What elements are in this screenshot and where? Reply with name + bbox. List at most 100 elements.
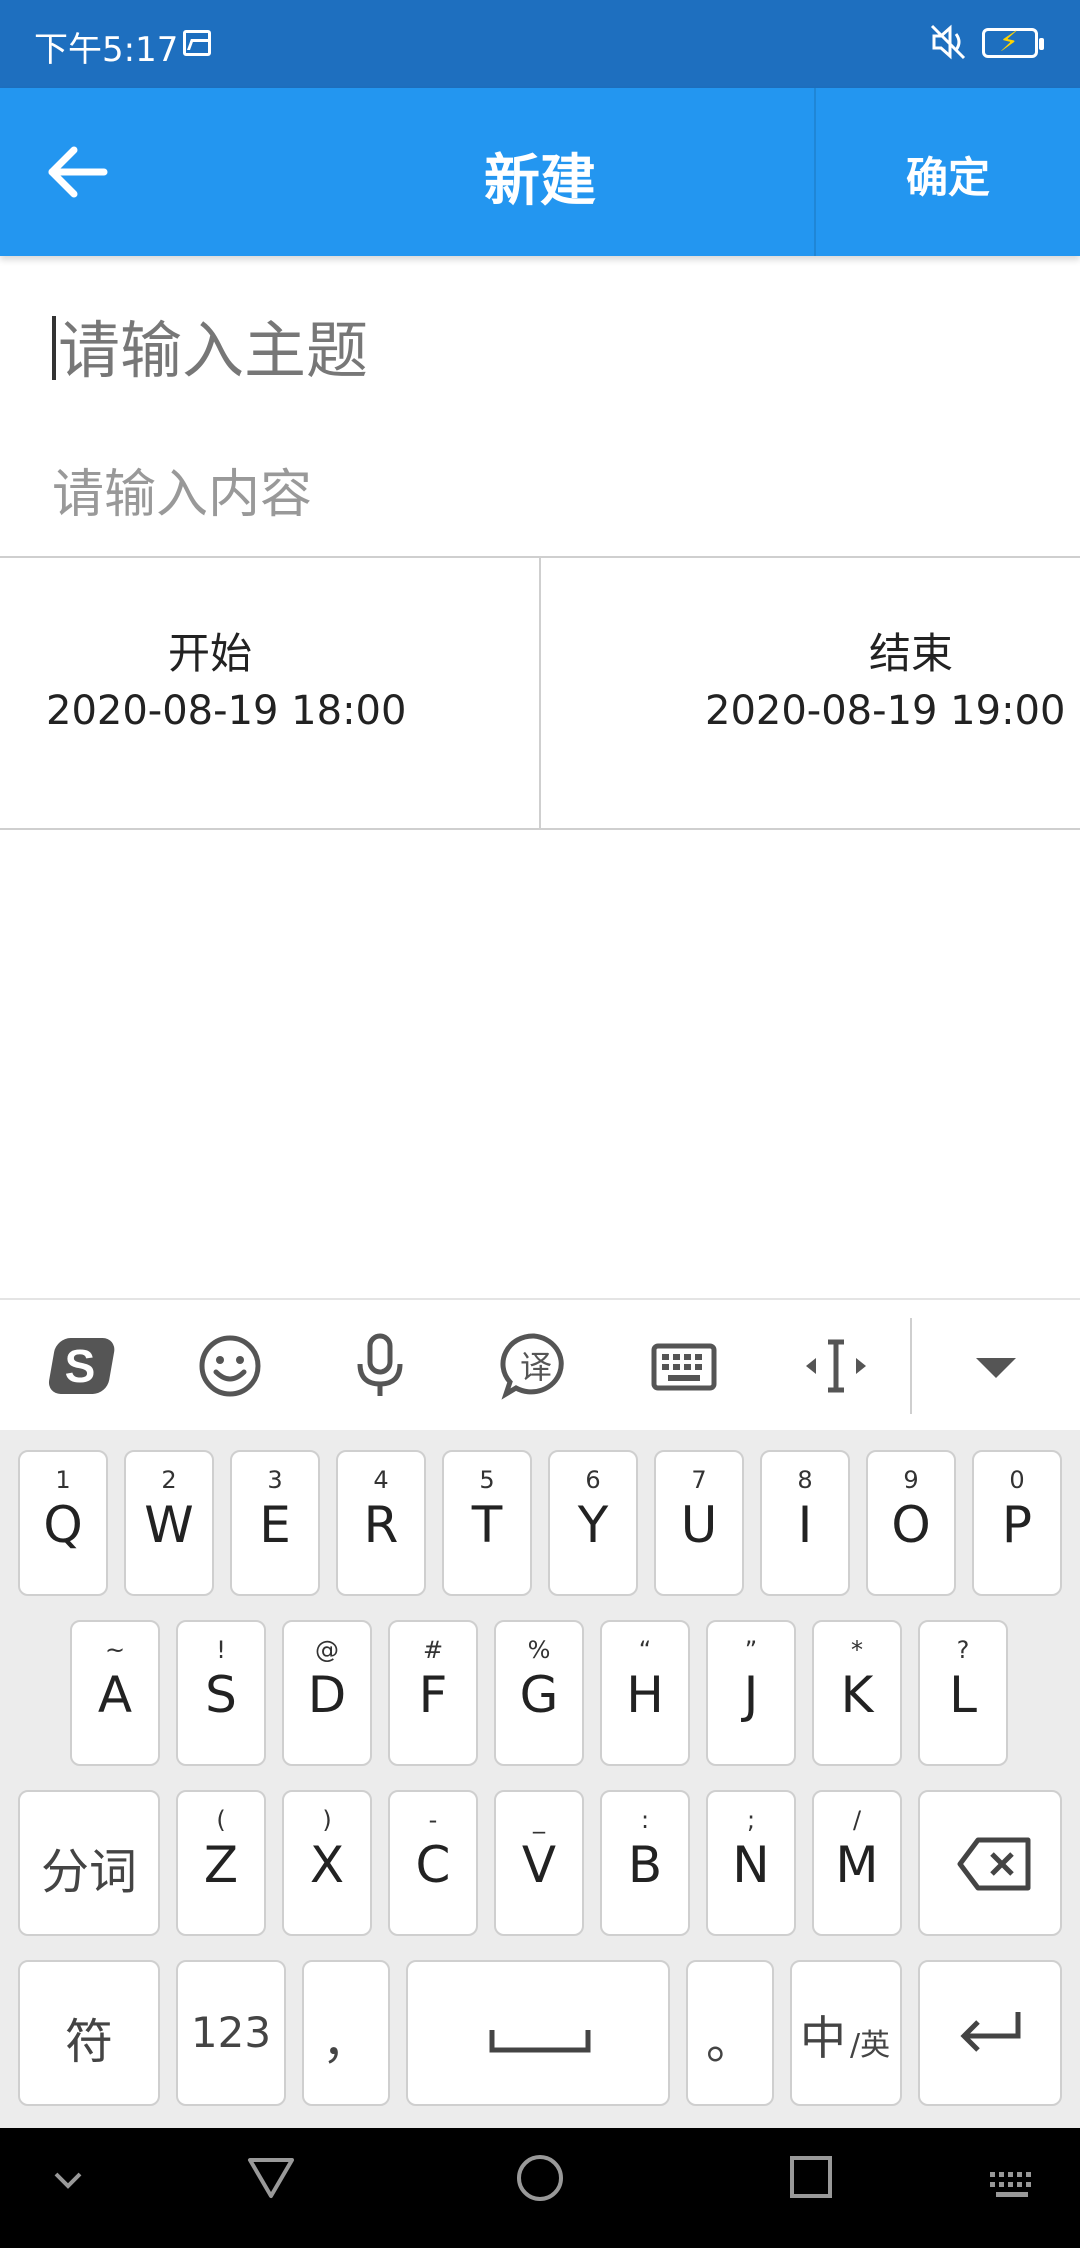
subject-input[interactable]: 请输入主题 [52, 300, 368, 390]
text-caret [52, 316, 56, 380]
key-v[interactable]: _ V [494, 1790, 584, 1936]
key-label: ， [321, 2014, 370, 2070]
key-o[interactable]: 9O [866, 1450, 956, 1596]
key-secondary-label: - [428, 1806, 438, 1834]
content-input[interactable]: 请输入内容 [52, 452, 312, 527]
key-y[interactable]: 6Y [548, 1450, 638, 1596]
enter-icon [956, 2008, 1026, 2062]
key-label: E [259, 1496, 291, 1554]
key-secondary-label: / [852, 1806, 862, 1834]
app-bar: 新建 确定 [0, 88, 1080, 256]
divider [910, 1318, 912, 1414]
back-triangle-icon[interactable] [246, 2152, 296, 2214]
keyboard-icon[interactable] [648, 1330, 720, 1402]
key-u[interactable]: 7U [654, 1450, 744, 1596]
key-w[interactable]: 2W [124, 1450, 214, 1596]
backspace-key[interactable] [918, 1790, 1062, 1936]
key-q[interactable]: 1Q [18, 1450, 108, 1596]
key-secondary-label: 2 [161, 1466, 177, 1494]
key-m[interactable]: / M [812, 1790, 902, 1936]
key-s[interactable]: ! S [176, 1620, 266, 1766]
keyboard-grid-icon[interactable] [988, 2160, 1036, 2216]
key-label: J [743, 1666, 759, 1724]
space-icon [488, 2026, 592, 2060]
key-secondary-label: “ [638, 1636, 652, 1664]
key-secondary-label: ? [956, 1636, 970, 1664]
key-r[interactable]: 4R [336, 1450, 426, 1596]
key-secondary-label: ” [744, 1636, 758, 1664]
chevron-down-icon[interactable] [48, 2156, 88, 2212]
key-label: N [732, 1836, 770, 1894]
emoji-icon[interactable] [194, 1330, 266, 1402]
key-f[interactable]: # F [388, 1620, 478, 1766]
mute-icon [928, 22, 968, 71]
nav-bar [0, 2128, 1080, 2248]
start-label: 开始 [167, 629, 252, 678]
key-label: Z [203, 1836, 239, 1894]
collapse-icon[interactable] [960, 1330, 1032, 1402]
symbol-key[interactable]: 符 [18, 1960, 160, 2106]
key-l[interactable]: ? L [918, 1620, 1008, 1766]
cursor-icon[interactable] [800, 1330, 872, 1402]
key-x[interactable]: ) X [282, 1790, 372, 1936]
key-label: 。 [705, 2014, 754, 2070]
key-secondary-label: # [422, 1636, 444, 1664]
svg-text:S: S [65, 1340, 96, 1392]
end-datetime: 2020-08-19 19:00 [705, 688, 1066, 734]
key-e[interactable]: 3E [230, 1450, 320, 1596]
key-z[interactable]: (Z [176, 1790, 266, 1936]
segment-key[interactable]: 分词 [18, 1790, 160, 1936]
end-label: 结束 [868, 629, 953, 678]
numeric-key[interactable]: 123 [176, 1960, 286, 2106]
translate-glyph: 译 [520, 1348, 552, 1386]
space-key[interactable] [406, 1960, 670, 2106]
key-label: R [363, 1496, 399, 1554]
key-secondary-label: @ [315, 1636, 339, 1664]
home-circle-icon[interactable] [514, 2152, 566, 2216]
comma-key[interactable]: ， [302, 1960, 390, 2106]
translate-icon[interactable]: 译 [498, 1330, 570, 1402]
key-label: T [471, 1496, 503, 1554]
key-label: O [891, 1496, 931, 1554]
microphone-icon[interactable] [344, 1330, 416, 1402]
key-d[interactable]: @ D [282, 1620, 372, 1766]
key-b[interactable]: :B [600, 1790, 690, 1936]
enter-key[interactable] [918, 1960, 1062, 2106]
key-label: F [418, 1666, 448, 1724]
key-secondary-label: % [527, 1636, 551, 1664]
key-secondary-label: 6 [585, 1466, 601, 1494]
key-k[interactable]: * K [812, 1620, 902, 1766]
key-c[interactable]: -C [388, 1790, 478, 1936]
key-label: V [521, 1836, 557, 1894]
key-label: H [626, 1666, 664, 1724]
period-key[interactable]: 。 [686, 1960, 774, 2106]
key-h[interactable]: “H [600, 1620, 690, 1766]
battery-charging-icon: ⚡ [982, 25, 1044, 58]
key-label: Y [577, 1496, 609, 1554]
key-label: A [97, 1666, 133, 1724]
key-g[interactable]: % G [494, 1620, 584, 1766]
recents-square-icon[interactable] [788, 2154, 834, 2212]
key-n[interactable]: ; N [706, 1790, 796, 1936]
key-a[interactable]: ~ A [70, 1620, 160, 1766]
key-j[interactable]: ” J [706, 1620, 796, 1766]
end-time-picker[interactable]: 结束 2020-08-19 19:00 [541, 558, 1080, 828]
language-switch-key[interactable]: 中/英 [790, 1960, 902, 2106]
sogou-logo-icon[interactable]: S [44, 1330, 116, 1402]
key-label: G [519, 1666, 559, 1724]
confirm-button[interactable]: 确定 [816, 144, 1080, 205]
key-label: U [680, 1496, 718, 1554]
keyboard: 1 Q 2 W 3 E 4 R 5 T 6 Y 7 U 8 I 9 O 0 P ~ A! S @ D # F% G “H” J * K? L 分词… [0, 1430, 1080, 2128]
start-datetime: 2020-08-19 18:00 [46, 688, 407, 734]
key-secondary-label: /英 [850, 2028, 891, 2063]
key-secondary-label: ) [322, 1806, 332, 1834]
image-icon [183, 30, 211, 56]
start-time-picker[interactable]: 开始 2020-08-19 18:00 [0, 558, 539, 828]
key-label: 中 [800, 2011, 846, 2065]
key-i[interactable]: 8I [760, 1450, 850, 1596]
key-label: I [797, 1496, 813, 1554]
key-p[interactable]: 0P [972, 1450, 1062, 1596]
key-t[interactable]: 5T [442, 1450, 532, 1596]
key-secondary-label: ( [216, 1806, 226, 1834]
key-label: 分词 [40, 1844, 137, 1900]
